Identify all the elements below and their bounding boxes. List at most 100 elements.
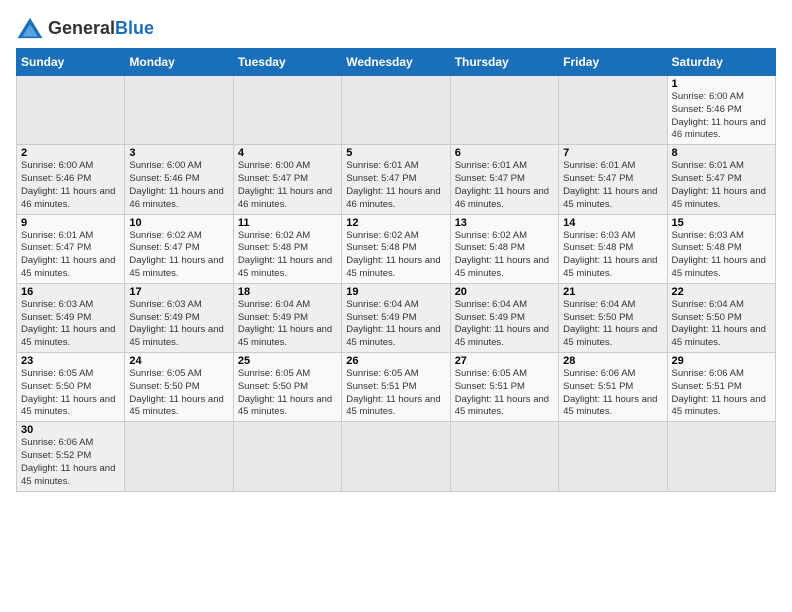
day-number: 26 [346,355,445,367]
table-cell: 3Sunrise: 6:00 AM Sunset: 5:46 PM Daylig… [125,145,233,214]
table-cell: 15Sunrise: 6:03 AM Sunset: 5:48 PM Dayli… [667,214,775,283]
weekday-header-row: SundayMondayTuesdayWednesdayThursdayFrid… [17,49,776,76]
day-info: Sunrise: 6:00 AM Sunset: 5:46 PM Dayligh… [672,91,771,142]
day-info: Sunrise: 6:03 AM Sunset: 5:49 PM Dayligh… [21,299,120,350]
day-number: 3 [129,147,228,159]
day-number: 8 [672,147,771,159]
day-number: 29 [672,355,771,367]
table-cell: 27Sunrise: 6:05 AM Sunset: 5:51 PM Dayli… [450,353,558,422]
day-info: Sunrise: 6:06 AM Sunset: 5:51 PM Dayligh… [563,368,662,419]
day-info: Sunrise: 6:02 AM Sunset: 5:48 PM Dayligh… [346,230,445,281]
table-cell: 28Sunrise: 6:06 AM Sunset: 5:51 PM Dayli… [559,353,667,422]
table-cell: 22Sunrise: 6:04 AM Sunset: 5:50 PM Dayli… [667,283,775,352]
day-number: 2 [21,147,120,159]
week-row-4: 16Sunrise: 6:03 AM Sunset: 5:49 PM Dayli… [17,283,776,352]
day-info: Sunrise: 6:01 AM Sunset: 5:47 PM Dayligh… [672,160,771,211]
weekday-header-saturday: Saturday [667,49,775,76]
day-number: 11 [238,217,337,229]
day-number: 24 [129,355,228,367]
day-info: Sunrise: 6:03 AM Sunset: 5:49 PM Dayligh… [129,299,228,350]
table-cell: 19Sunrise: 6:04 AM Sunset: 5:49 PM Dayli… [342,283,450,352]
table-cell [233,422,341,491]
day-number: 10 [129,217,228,229]
day-info: Sunrise: 6:01 AM Sunset: 5:47 PM Dayligh… [563,160,662,211]
table-cell: 8Sunrise: 6:01 AM Sunset: 5:47 PM Daylig… [667,145,775,214]
day-number: 7 [563,147,662,159]
table-cell: 14Sunrise: 6:03 AM Sunset: 5:48 PM Dayli… [559,214,667,283]
table-cell [17,76,125,145]
day-info: Sunrise: 6:05 AM Sunset: 5:51 PM Dayligh… [455,368,554,419]
logo-icon [16,16,44,40]
day-info: Sunrise: 6:02 AM Sunset: 5:47 PM Dayligh… [129,230,228,281]
day-number: 12 [346,217,445,229]
day-info: Sunrise: 6:01 AM Sunset: 5:47 PM Dayligh… [455,160,554,211]
table-cell [125,422,233,491]
day-number: 6 [455,147,554,159]
week-row-2: 2Sunrise: 6:00 AM Sunset: 5:46 PM Daylig… [17,145,776,214]
table-cell: 30Sunrise: 6:06 AM Sunset: 5:52 PM Dayli… [17,422,125,491]
table-cell: 4Sunrise: 6:00 AM Sunset: 5:47 PM Daylig… [233,145,341,214]
weekday-header-friday: Friday [559,49,667,76]
week-row-6: 30Sunrise: 6:06 AM Sunset: 5:52 PM Dayli… [17,422,776,491]
table-cell: 29Sunrise: 6:06 AM Sunset: 5:51 PM Dayli… [667,353,775,422]
day-number: 4 [238,147,337,159]
day-number: 30 [21,424,120,436]
day-number: 19 [346,286,445,298]
table-cell [667,422,775,491]
day-info: Sunrise: 6:00 AM Sunset: 5:46 PM Dayligh… [129,160,228,211]
day-number: 23 [21,355,120,367]
day-number: 20 [455,286,554,298]
day-info: Sunrise: 6:04 AM Sunset: 5:49 PM Dayligh… [238,299,337,350]
day-info: Sunrise: 6:01 AM Sunset: 5:47 PM Dayligh… [21,230,120,281]
logo: GeneralBlue [16,16,154,40]
day-info: Sunrise: 6:02 AM Sunset: 5:48 PM Dayligh… [238,230,337,281]
day-info: Sunrise: 6:04 AM Sunset: 5:49 PM Dayligh… [455,299,554,350]
table-cell: 6Sunrise: 6:01 AM Sunset: 5:47 PM Daylig… [450,145,558,214]
day-number: 1 [672,78,771,90]
day-info: Sunrise: 6:05 AM Sunset: 5:50 PM Dayligh… [129,368,228,419]
week-row-1: 1Sunrise: 6:00 AM Sunset: 5:46 PM Daylig… [17,76,776,145]
table-cell [342,422,450,491]
day-info: Sunrise: 6:01 AM Sunset: 5:47 PM Dayligh… [346,160,445,211]
weekday-header-wednesday: Wednesday [342,49,450,76]
table-cell [342,76,450,145]
day-number: 28 [563,355,662,367]
table-cell: 7Sunrise: 6:01 AM Sunset: 5:47 PM Daylig… [559,145,667,214]
table-cell [125,76,233,145]
weekday-header-tuesday: Tuesday [233,49,341,76]
table-cell: 21Sunrise: 6:04 AM Sunset: 5:50 PM Dayli… [559,283,667,352]
day-info: Sunrise: 6:05 AM Sunset: 5:51 PM Dayligh… [346,368,445,419]
table-cell [559,76,667,145]
day-number: 5 [346,147,445,159]
table-cell: 16Sunrise: 6:03 AM Sunset: 5:49 PM Dayli… [17,283,125,352]
day-number: 17 [129,286,228,298]
weekday-header-monday: Monday [125,49,233,76]
day-info: Sunrise: 6:03 AM Sunset: 5:48 PM Dayligh… [672,230,771,281]
week-row-3: 9Sunrise: 6:01 AM Sunset: 5:47 PM Daylig… [17,214,776,283]
day-info: Sunrise: 6:06 AM Sunset: 5:52 PM Dayligh… [21,437,120,488]
table-cell [450,76,558,145]
table-cell: 24Sunrise: 6:05 AM Sunset: 5:50 PM Dayli… [125,353,233,422]
day-number: 16 [21,286,120,298]
day-info: Sunrise: 6:00 AM Sunset: 5:46 PM Dayligh… [21,160,120,211]
logo-text: GeneralBlue [48,18,154,39]
table-cell: 18Sunrise: 6:04 AM Sunset: 5:49 PM Dayli… [233,283,341,352]
table-cell: 11Sunrise: 6:02 AM Sunset: 5:48 PM Dayli… [233,214,341,283]
day-number: 15 [672,217,771,229]
day-info: Sunrise: 6:05 AM Sunset: 5:50 PM Dayligh… [238,368,337,419]
table-cell: 25Sunrise: 6:05 AM Sunset: 5:50 PM Dayli… [233,353,341,422]
day-info: Sunrise: 6:04 AM Sunset: 5:50 PM Dayligh… [672,299,771,350]
day-number: 21 [563,286,662,298]
table-cell [233,76,341,145]
calendar-table: SundayMondayTuesdayWednesdayThursdayFrid… [16,48,776,492]
table-cell: 1Sunrise: 6:00 AM Sunset: 5:46 PM Daylig… [667,76,775,145]
day-number: 18 [238,286,337,298]
table-cell: 17Sunrise: 6:03 AM Sunset: 5:49 PM Dayli… [125,283,233,352]
table-cell [450,422,558,491]
day-number: 9 [21,217,120,229]
day-number: 14 [563,217,662,229]
table-cell: 13Sunrise: 6:02 AM Sunset: 5:48 PM Dayli… [450,214,558,283]
table-cell: 20Sunrise: 6:04 AM Sunset: 5:49 PM Dayli… [450,283,558,352]
table-cell: 23Sunrise: 6:05 AM Sunset: 5:50 PM Dayli… [17,353,125,422]
table-cell: 26Sunrise: 6:05 AM Sunset: 5:51 PM Dayli… [342,353,450,422]
